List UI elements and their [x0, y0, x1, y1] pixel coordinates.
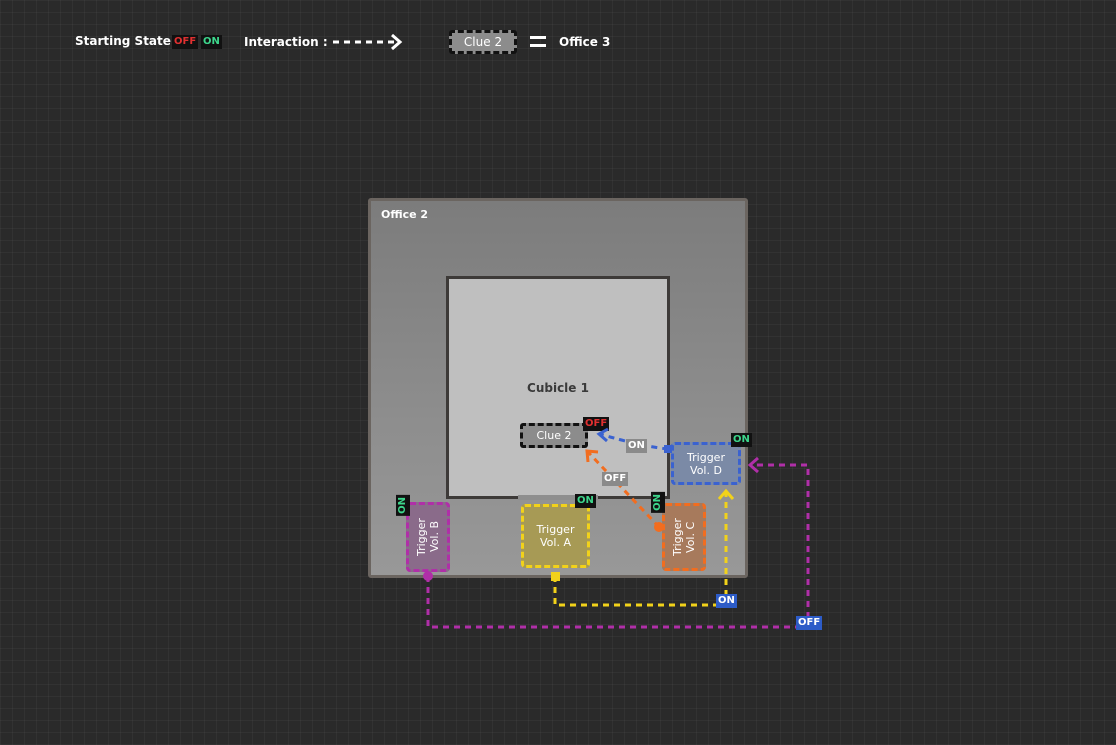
- arrow-c-to-clue: [585, 449, 664, 532]
- legend-interaction-arrow-icon: [333, 33, 403, 51]
- c-to-clue-state-badge: OFF: [602, 472, 629, 486]
- b-to-d-state-badge: OFF: [796, 616, 823, 630]
- d-to-clue-state-badge: ON: [626, 439, 647, 453]
- a-to-d-state-badge: ON: [716, 594, 737, 608]
- interaction-arrows: [333, 33, 810, 629]
